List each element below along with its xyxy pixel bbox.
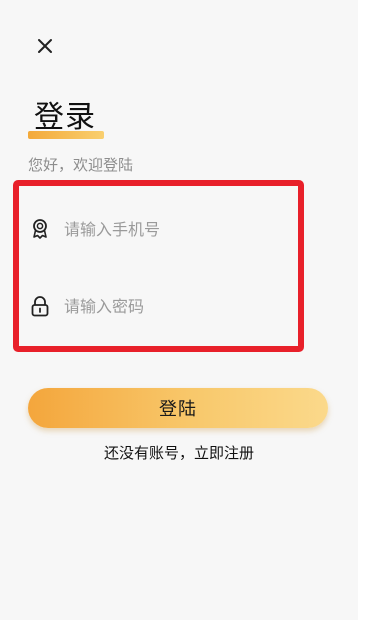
register-link[interactable]: 还没有账号，立即注册 bbox=[0, 442, 358, 464]
phone-field[interactable] bbox=[30, 211, 290, 247]
welcome-subtitle: 您好，欢迎登陆 bbox=[28, 156, 134, 174]
side-margin bbox=[358, 0, 373, 620]
user-badge-icon bbox=[30, 218, 50, 240]
close-button[interactable] bbox=[32, 33, 58, 59]
phone-input[interactable] bbox=[64, 219, 264, 239]
login-button[interactable]: 登陆 bbox=[28, 388, 328, 428]
page-title: 登录 bbox=[34, 100, 96, 135]
highlight-box bbox=[13, 180, 304, 352]
close-icon bbox=[38, 39, 52, 53]
password-field[interactable] bbox=[30, 288, 290, 324]
password-input[interactable] bbox=[64, 296, 264, 316]
login-screen: 登录 您好，欢迎登陆 登陆 还没有账号，立即注册 bbox=[0, 0, 358, 620]
lock-icon bbox=[30, 295, 50, 317]
page-title-block: 登录 bbox=[28, 98, 108, 148]
